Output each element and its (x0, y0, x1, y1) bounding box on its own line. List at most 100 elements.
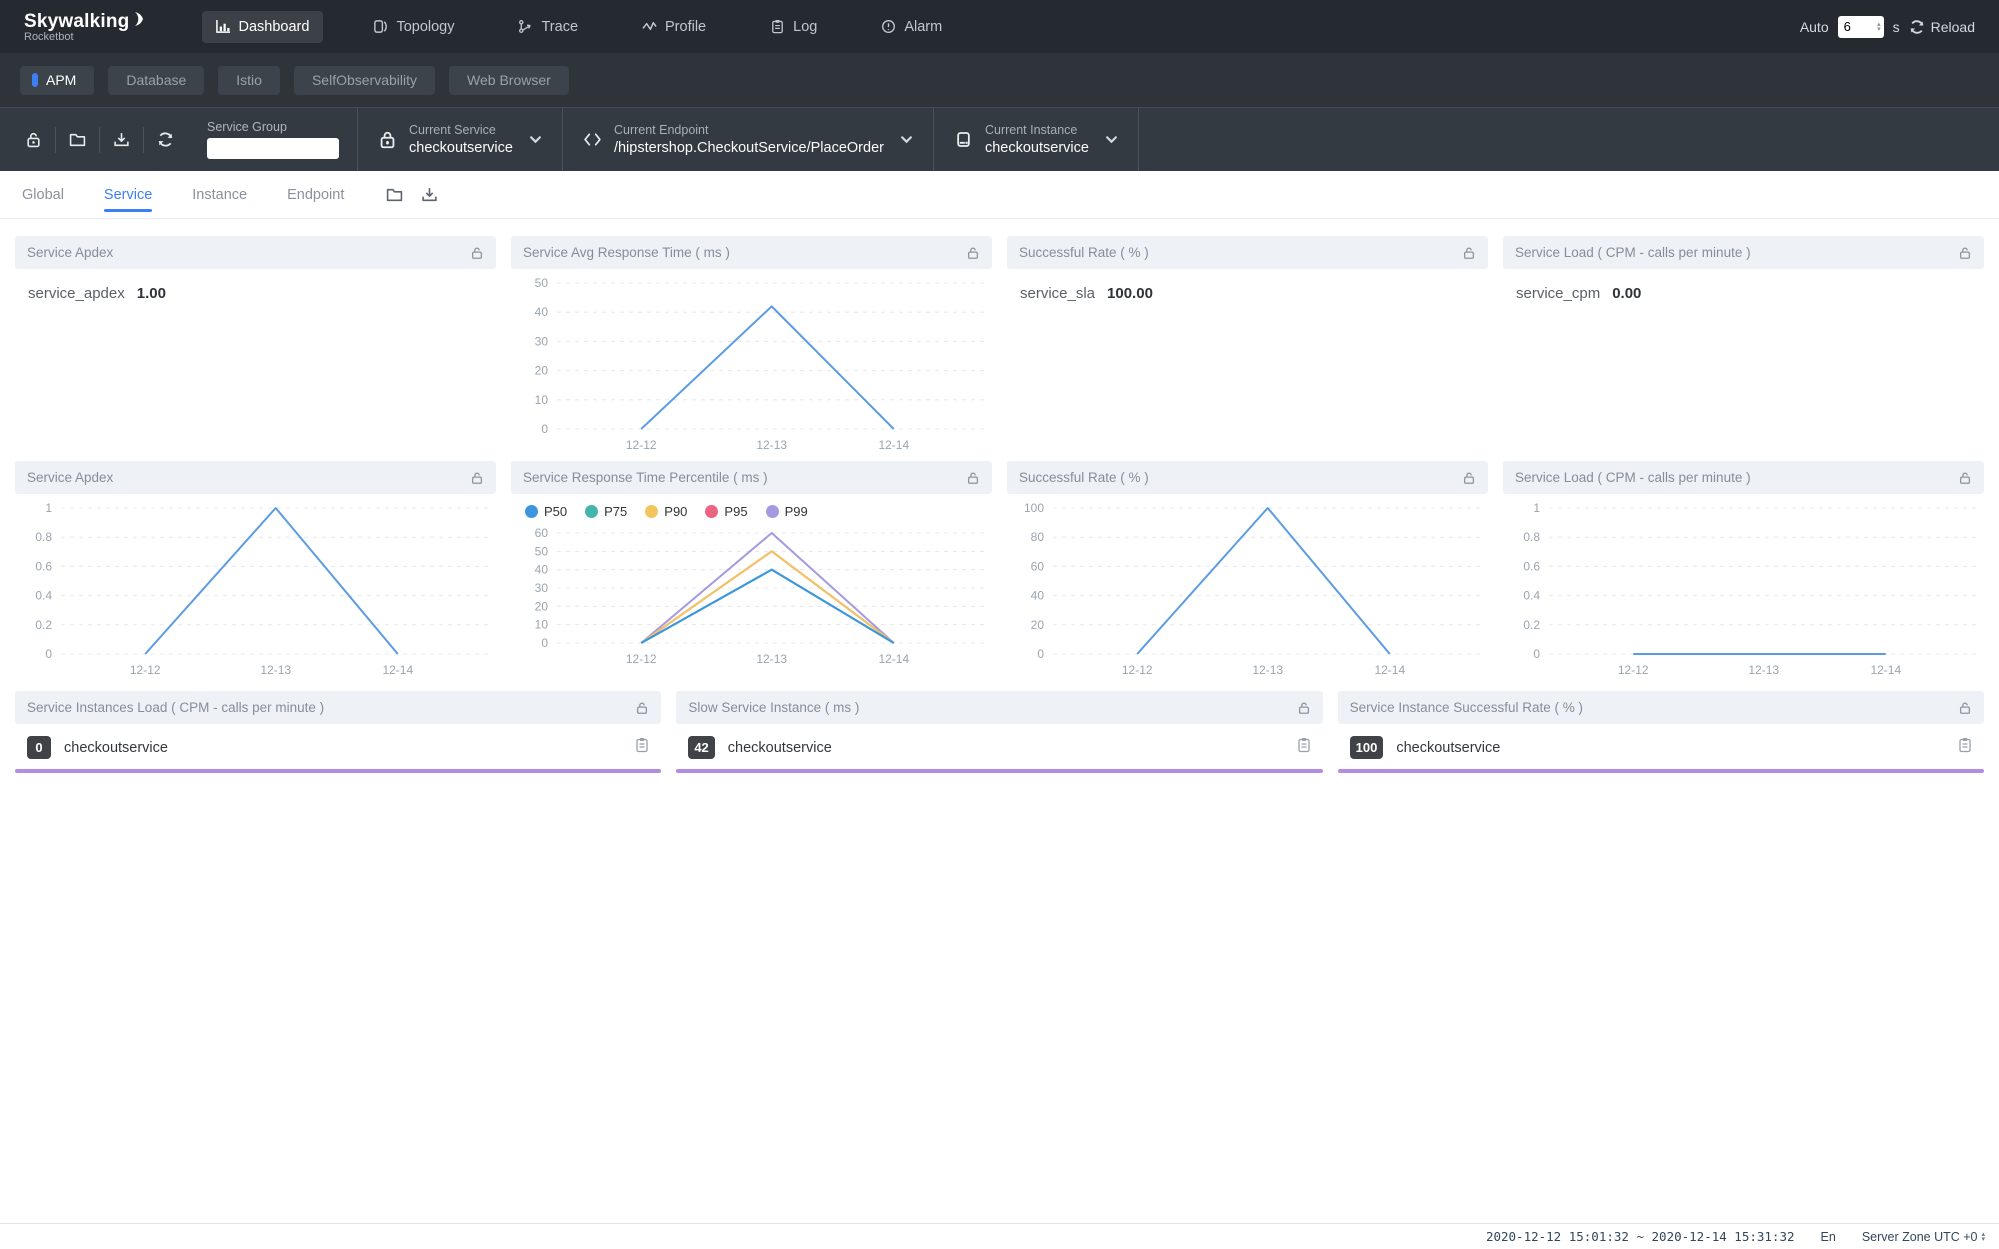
current-service-selector[interactable]: Current Service checkoutservice (358, 108, 563, 171)
panel-header: Service Instances Load ( CPM - calls per… (15, 691, 661, 724)
tab-endpoint[interactable]: Endpoint (287, 171, 344, 218)
folder-icon[interactable] (386, 186, 403, 203)
svg-text:30: 30 (535, 334, 549, 348)
nav-item-topology[interactable]: Topology (359, 11, 468, 43)
service-load-chart[interactable]: 00.20.40.60.8112-1212-1312-14 (1503, 494, 1984, 681)
import-template-button[interactable] (56, 131, 99, 148)
service-group-input[interactable] (207, 138, 339, 159)
export-icon[interactable] (421, 186, 438, 203)
svg-text:12-14: 12-14 (878, 652, 909, 666)
svg-text:12-14: 12-14 (1870, 663, 1901, 677)
panel-slow-service-instance: Slow Service Instance ( ms ) 42 checkout… (676, 691, 1322, 773)
lock-icon[interactable] (470, 471, 484, 485)
svg-text:50: 50 (535, 544, 549, 558)
percentile-legend: P50 P75 P90 P95 P99 (511, 494, 992, 519)
lock-icon[interactable] (1958, 471, 1972, 485)
legend-item-p90[interactable]: P90 (645, 504, 687, 519)
avg-response-time-chart[interactable]: 0102030405012-1212-1312-14 (511, 269, 992, 456)
legend-dot (525, 505, 538, 518)
lock-icon[interactable] (1958, 701, 1972, 715)
server-zone-control[interactable]: Server Zone UTC +0 ▴▾ (1862, 1230, 1985, 1244)
refresh-templates-button[interactable] (144, 131, 187, 148)
category-tab-web-browser[interactable]: Web Browser (449, 66, 569, 95)
panel-avg-response-time: Service Avg Response Time ( ms ) 0102030… (511, 236, 992, 456)
panel-title: Service Apdex (27, 245, 113, 260)
panel-header: Service Avg Response Time ( ms ) (511, 236, 992, 269)
auto-interval-input[interactable] (1844, 19, 1870, 34)
panel-title: Service Response Time Percentile ( ms ) (523, 470, 768, 485)
nav-item-alarm[interactable]: Alarm (867, 11, 956, 43)
selector-label: Current Service (409, 123, 513, 137)
tab-instance[interactable]: Instance (192, 171, 247, 218)
svg-text:0: 0 (45, 647, 52, 661)
instance-list-item[interactable]: 100 checkoutservice (1338, 724, 1984, 769)
successful-rate-chart[interactable]: 02040608010012-1212-1312-14 (1007, 494, 1488, 681)
seconds-label: s (1893, 19, 1900, 35)
legend-item-p95[interactable]: P95 (705, 504, 747, 519)
lock-icon[interactable] (966, 246, 980, 260)
panel-title: Successful Rate ( % ) (1019, 470, 1149, 485)
category-tab-apm[interactable]: APM (20, 66, 94, 95)
lock-icon[interactable] (1958, 246, 1972, 260)
svg-text:12-12: 12-12 (130, 663, 161, 677)
current-endpoint-selector[interactable]: Current Endpoint /hipstershop.CheckoutSe… (563, 108, 934, 171)
copy-icon[interactable] (1958, 737, 1972, 758)
panel-title: Service Avg Response Time ( ms ) (523, 245, 730, 260)
current-instance-selector[interactable]: Current Instance checkoutservice (934, 108, 1139, 171)
copy-icon[interactable] (1297, 737, 1311, 758)
nav-item-trace[interactable]: Trace (504, 11, 592, 43)
lock-icon[interactable] (1462, 471, 1476, 485)
svg-text:1: 1 (1533, 501, 1540, 515)
tab-global[interactable]: Global (22, 171, 64, 218)
lock-icon[interactable] (635, 701, 649, 715)
svg-text:0.2: 0.2 (35, 618, 52, 632)
lock-icon[interactable] (1462, 246, 1476, 260)
lock-button[interactable] (12, 131, 55, 148)
panel-title: Service Instances Load ( CPM - calls per… (27, 700, 324, 715)
svg-text:20: 20 (535, 599, 549, 613)
svg-text:0: 0 (1533, 647, 1540, 661)
nav-item-profile[interactable]: Profile (628, 11, 720, 43)
alarm-icon (881, 19, 896, 34)
svg-text:12-13: 12-13 (1252, 663, 1283, 677)
export-template-button[interactable] (100, 131, 143, 148)
stepper-arrows[interactable]: ▴▾ (1877, 22, 1881, 32)
panel-header: Service Apdex (15, 236, 496, 269)
instance-list-item[interactable]: 0 checkoutservice (15, 724, 661, 769)
category-tab-istio[interactable]: Istio (218, 66, 280, 95)
nav-item-log[interactable]: Log (756, 11, 831, 43)
lock-icon[interactable] (470, 246, 484, 260)
nav-label: Alarm (904, 19, 942, 35)
category-tab-database[interactable]: Database (108, 66, 204, 95)
svg-text:10: 10 (535, 618, 549, 632)
auto-label: Auto (1800, 19, 1829, 35)
export-icon (113, 131, 130, 148)
reload-button[interactable]: Reload (1909, 19, 1975, 35)
service-apdex-chart[interactable]: 00.20.40.60.8112-1212-1312-14 (15, 494, 496, 681)
svg-text:12-13: 12-13 (756, 652, 787, 666)
percentile-chart[interactable]: 010203040506012-1212-1312-14 (511, 519, 992, 670)
nav-label: Profile (665, 19, 706, 35)
app-logo[interactable]: Skywalking Rocketbot (24, 11, 146, 43)
lock-icon (378, 130, 397, 149)
legend-item-p50[interactable]: P50 (525, 504, 567, 519)
category-tab-selfobservability[interactable]: SelfObservability (294, 66, 435, 95)
nav-item-dashboard[interactable]: Dashboard (202, 11, 324, 43)
panel-header: Service Load ( CPM - calls per minute ) (1503, 461, 1984, 494)
language-switch[interactable]: En (1821, 1230, 1836, 1244)
panel-response-time-percentile: Service Response Time Percentile ( ms ) … (511, 461, 992, 681)
stepper-arrows[interactable]: ▴▾ (1981, 1232, 1985, 1242)
time-range-picker[interactable]: 2020-12-12 15:01:32 ~ 2020-12-14 15:31:3… (1486, 1229, 1795, 1244)
copy-icon[interactable] (635, 737, 649, 758)
svg-text:30: 30 (535, 581, 549, 595)
lock-icon[interactable] (1297, 701, 1311, 715)
service-group-label: Service Group (207, 120, 339, 134)
panel-header: Service Apdex (15, 461, 496, 494)
auto-interval-stepper[interactable]: ▴▾ (1838, 16, 1884, 38)
lock-icon[interactable] (966, 471, 980, 485)
legend-item-p99[interactable]: P99 (766, 504, 808, 519)
tab-service[interactable]: Service (104, 171, 152, 218)
selector-value: checkoutservice (409, 140, 513, 156)
legend-item-p75[interactable]: P75 (585, 504, 627, 519)
instance-list-item[interactable]: 42 checkoutservice (676, 724, 1322, 769)
